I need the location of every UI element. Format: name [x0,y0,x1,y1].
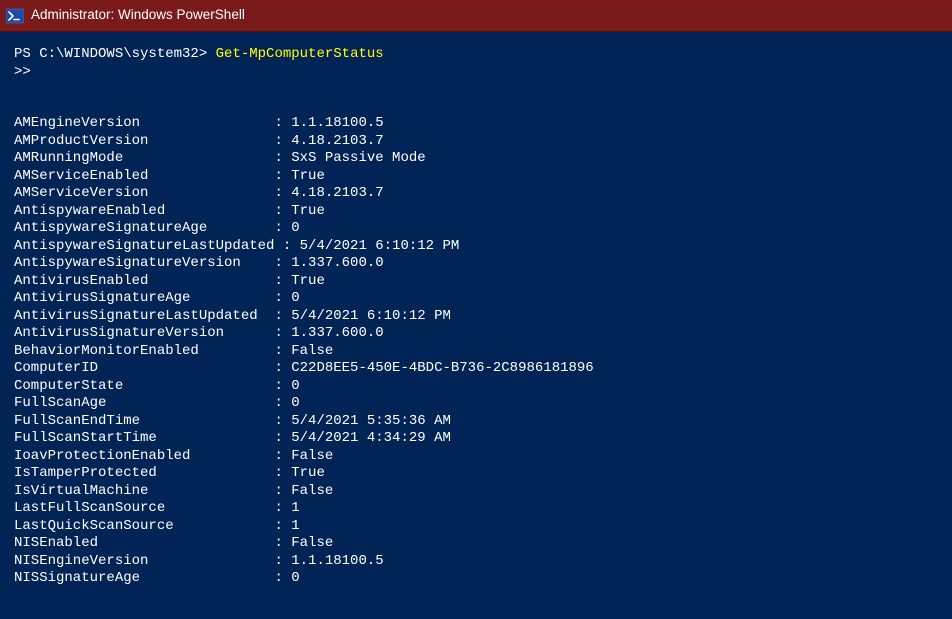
command-output: AMEngineVersion : 1.1.18100.5AMProductVe… [14,115,938,588]
output-row: NISEngineVersion : 1.1.18100.5 [14,553,938,571]
output-row: FullScanAge : 0 [14,395,938,413]
output-row: IsVirtualMachine : False [14,483,938,501]
blank-line [14,81,938,98]
output-row: FullScanStartTime : 5/4/2021 4:34:29 AM [14,430,938,448]
blank-line [14,98,938,115]
output-row: AMServiceEnabled : True [14,168,938,186]
continuation-prompt: >> [14,64,938,82]
output-row: AntivirusSignatureVersion : 1.337.600.0 [14,325,938,343]
output-row: ComputerID : C22D8EE5-450E-4BDC-B736-2C8… [14,360,938,378]
output-row: LastQuickScanSource : 1 [14,518,938,536]
powershell-icon [6,7,24,25]
output-row: AntispywareSignatureAge : 0 [14,220,938,238]
output-row: NISEnabled : False [14,535,938,553]
output-row: BehaviorMonitorEnabled : False [14,343,938,361]
output-row: AntispywareSignatureVersion : 1.337.600.… [14,255,938,273]
output-row: ComputerState : 0 [14,378,938,396]
prompt-line: PS C:\WINDOWS\system32> Get-MpComputerSt… [14,46,938,64]
title-bar[interactable]: Administrator: Windows PowerShell [0,0,952,32]
output-row: AMServiceVersion : 4.18.2103.7 [14,185,938,203]
output-row: AntivirusSignatureAge : 0 [14,290,938,308]
output-row: AMProductVersion : 4.18.2103.7 [14,133,938,151]
terminal-area[interactable]: PS C:\WINDOWS\system32> Get-MpComputerSt… [0,32,952,588]
output-row: LastFullScanSource : 1 [14,500,938,518]
output-row: FullScanEndTime : 5/4/2021 5:35:36 AM [14,413,938,431]
output-row: AntispywareEnabled : True [14,203,938,221]
output-row: AMEngineVersion : 1.1.18100.5 [14,115,938,133]
output-row: AntivirusEnabled : True [14,273,938,291]
output-row: IsTamperProtected : True [14,465,938,483]
output-row: NISSignatureAge : 0 [14,570,938,588]
output-row: AntispywareSignatureLastUpdated : 5/4/20… [14,238,938,256]
output-row: AntivirusSignatureLastUpdated : 5/4/2021… [14,308,938,326]
output-row: AMRunningMode : SxS Passive Mode [14,150,938,168]
window-title: Administrator: Windows PowerShell [31,7,245,24]
output-row: IoavProtectionEnabled : False [14,448,938,466]
prompt-prefix: PS C:\WINDOWS\system32> [14,46,216,62]
command-text: Get-MpComputerStatus [216,46,384,62]
